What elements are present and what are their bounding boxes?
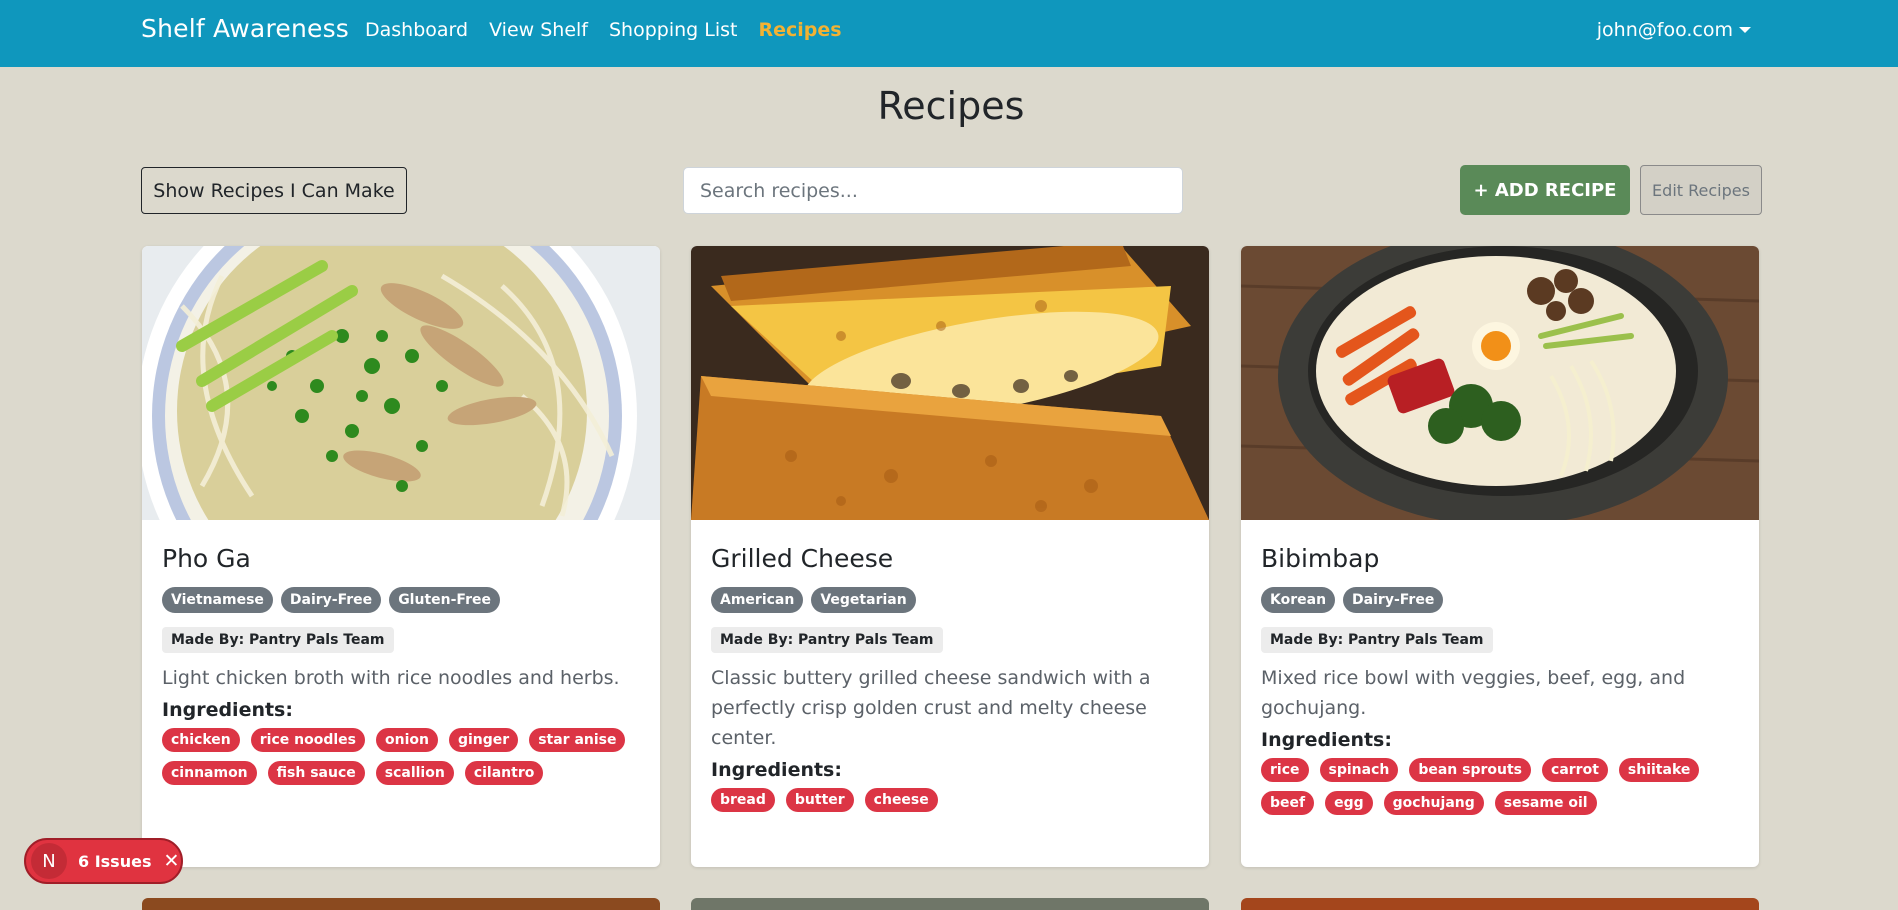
recipe-description: Light chicken broth with rice noodles an… [162,667,620,689]
tag-badge: Gluten-Free [389,587,500,613]
brand-link[interactable]: Shelf Awareness [141,14,349,43]
tag-badge: Vegetarian [811,587,916,613]
recipe-title[interactable]: Grilled Cheese [711,544,1189,573]
ingredient-pill: ginger [448,728,519,752]
maker-badge: Made By: Pantry Pals Team [1261,627,1493,653]
nav-links: Dashboard View Shelf Shopping List Recip… [365,19,842,41]
recipe-card-peek[interactable] [1241,898,1759,910]
recipe-title[interactable]: Bibimbap [1261,544,1739,573]
issues-avatar: N [31,843,67,879]
ingredient-pill: carrot [1542,758,1608,782]
user-dropdown[interactable]: john@foo.com [1597,19,1751,41]
ingredient-pill: butter [785,788,854,812]
tag-badge: American [711,587,804,613]
nav-link-dashboard[interactable]: Dashboard [365,19,468,41]
grilled-cheese-image [691,246,1209,520]
ingredient-pill: spinach [1319,758,1399,782]
ingredient-pill: cheese [864,788,938,812]
pho-ga-image [142,246,660,520]
ingredient-pill: gochujang [1383,791,1484,815]
recipe-description: Classic buttery grilled cheese sandwich … [711,667,1151,749]
ingredients-label: Ingredients: [711,759,842,781]
ingredient-pill: sesame oil [1494,791,1597,815]
edit-recipes-button[interactable]: Edit Recipes [1640,165,1762,215]
ingredient-pill: cinnamon [162,761,257,785]
ingredient-pill: rice noodles [250,728,365,752]
recipe-tags: Korean Dairy-Free [1261,587,1739,613]
ingredient-pill: star anise [529,728,626,752]
navbar: Shelf Awareness Dashboard View Shelf Sho… [0,0,1898,67]
ingredient-pill: bean sprouts [1409,758,1532,782]
tag-badge: Vietnamese [162,587,273,613]
recipe-card[interactable]: Pho Ga Vietnamese Dairy-Free Gluten-Free… [142,246,660,867]
maker-badge: Made By: Pantry Pals Team [162,627,394,653]
tag-badge: Dairy-Free [280,587,382,613]
ingredient-pill: cilantro [464,761,544,785]
caret-down-icon [1739,27,1751,33]
tag-badge: Dairy-Free [1343,587,1444,613]
ingredient-pill: rice [1261,758,1309,782]
ingredient-list: bread butter cheese [711,788,1189,812]
ingredient-list: chicken rice noodles onion ginger star a… [162,728,640,785]
recipe-description: Mixed rice bowl with veggies, beef, egg,… [1261,667,1686,719]
tag-badge: Korean [1261,587,1336,613]
recipe-card-peek[interactable] [691,898,1209,910]
ingredient-pill: scallion [375,761,454,785]
nav-link-shopping-list[interactable]: Shopping List [609,19,737,41]
search-input[interactable] [683,167,1183,214]
recipe-card[interactable]: Bibimbap Korean Dairy-Free Made By: Pant… [1241,246,1759,867]
ingredient-list: rice spinach bean sprouts carrot shiitak… [1261,758,1739,815]
recipe-title[interactable]: Pho Ga [162,544,640,573]
show-can-make-button[interactable]: Show Recipes I Can Make [141,167,407,214]
ingredient-pill: egg [1325,791,1373,815]
maker-badge: Made By: Pantry Pals Team [711,627,943,653]
ingredient-pill: beef [1261,791,1315,815]
issues-badge[interactable]: N 6 Issues ✕ [24,838,183,884]
ingredient-pill: onion [376,728,438,752]
issues-count: 6 Issues [78,851,152,871]
recipe-card[interactable]: Grilled Cheese American Vegetarian Made … [691,246,1209,867]
ingredients-label: Ingredients: [162,699,293,721]
ingredient-pill: fish sauce [267,761,365,785]
ingredient-pill: chicken [162,728,240,752]
recipe-tags: American Vegetarian [711,587,1189,613]
user-email: john@foo.com [1596,19,1733,41]
ingredient-pill: shiitake [1618,758,1700,782]
recipe-tags: Vietnamese Dairy-Free Gluten-Free [162,587,640,613]
page-title: Recipes [877,84,1025,128]
nav-link-view-shelf[interactable]: View Shelf [489,19,588,41]
bibimbap-image [1241,246,1759,520]
nav-link-recipes[interactable]: Recipes [758,19,841,41]
add-recipe-button[interactable]: + ADD RECIPE [1460,165,1630,215]
close-icon[interactable]: ✕ [163,850,179,872]
recipe-card-peek[interactable] [142,898,660,910]
ingredients-label: Ingredients: [1261,729,1392,751]
ingredient-pill: bread [711,788,775,812]
